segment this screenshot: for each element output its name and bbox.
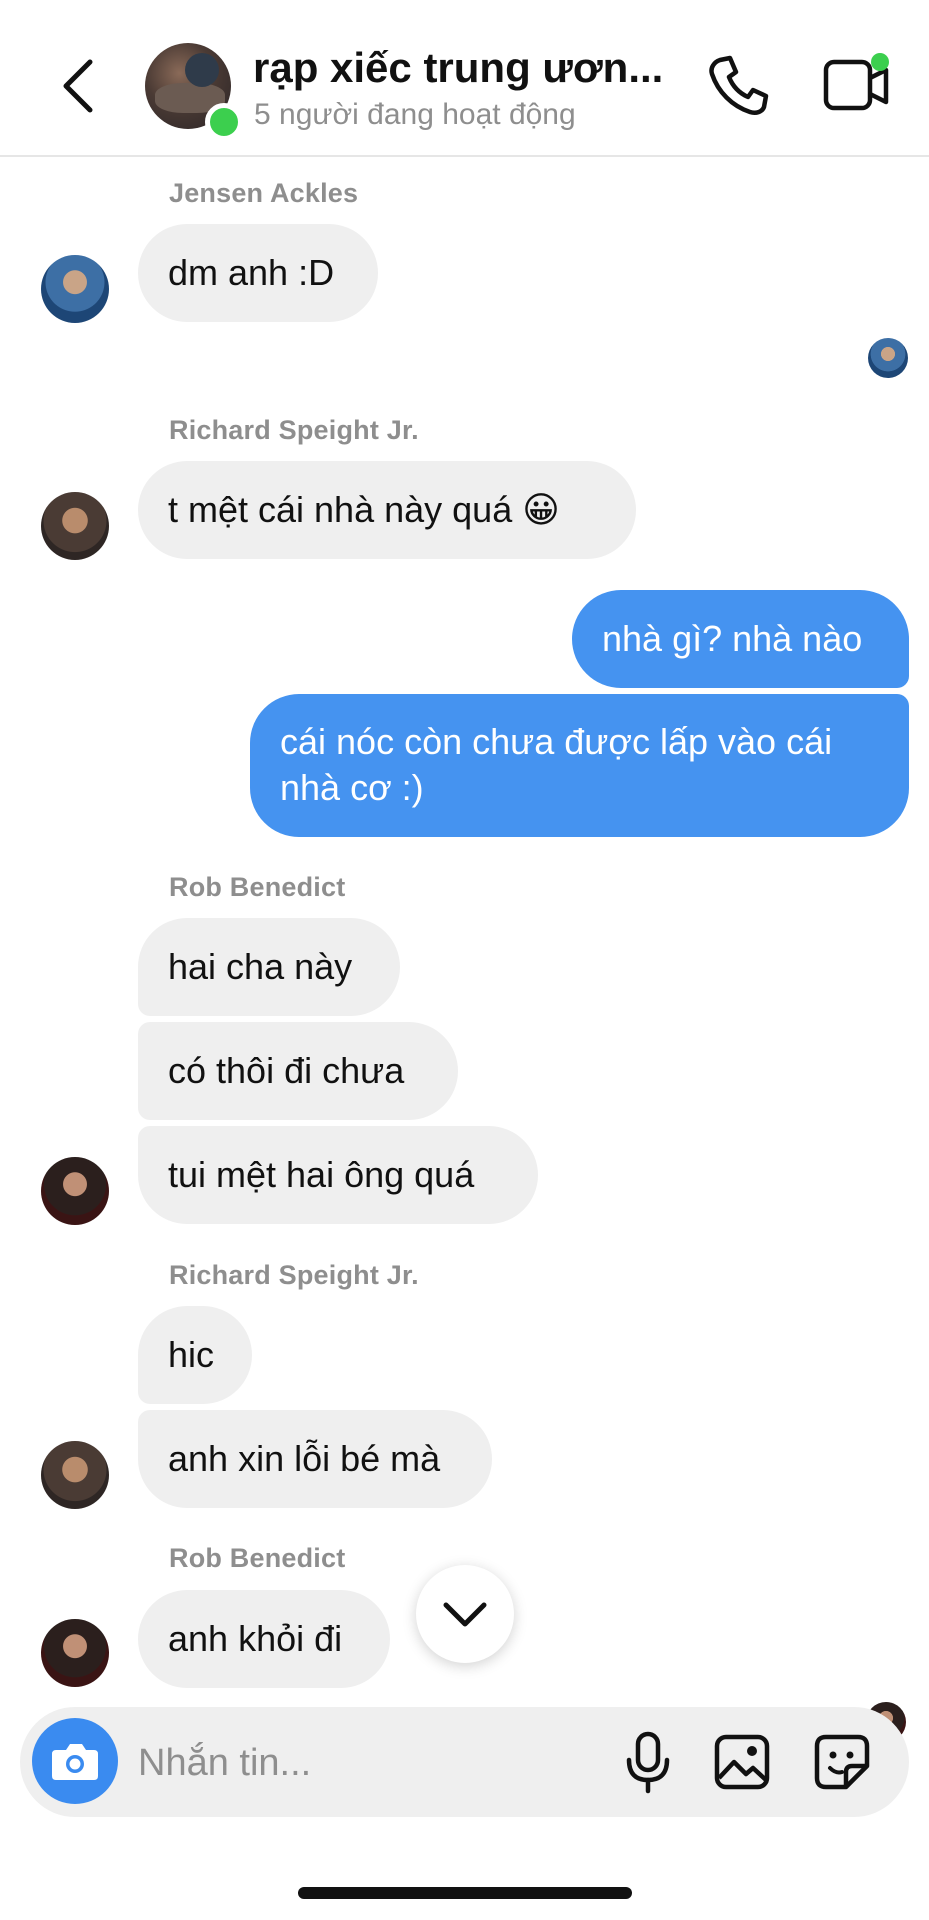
avatar[interactable]	[41, 492, 109, 560]
chat-title[interactable]: rạp xiếc trung ươn...	[253, 44, 683, 92]
home-indicator	[298, 1887, 632, 1899]
image-icon	[714, 1734, 770, 1790]
message-text-line: cái nóc còn chưa được lấp vào cái	[280, 721, 833, 762]
sender-name: Richard Speight Jr.	[169, 415, 419, 445]
message-bubble-incoming[interactable]: tui mệt hai ông quá	[138, 1126, 538, 1224]
message-bubble-incoming[interactable]: t mệt cái nhà này quá 😀	[138, 461, 636, 559]
message-bubble-incoming[interactable]: hic	[138, 1306, 252, 1404]
sender-name: Rob Benedict	[169, 872, 346, 902]
message-bubble-incoming[interactable]: anh khỏi đi	[138, 1590, 390, 1688]
message-text-line: nhà cơ :)	[280, 767, 424, 808]
avatar[interactable]	[41, 255, 109, 323]
chevron-down-icon	[443, 1602, 487, 1627]
video-call-button[interactable]	[822, 52, 894, 118]
audio-call-button[interactable]	[706, 52, 772, 118]
sticker-icon	[814, 1734, 870, 1790]
avatar[interactable]	[41, 1441, 109, 1509]
avatar[interactable]	[41, 1157, 109, 1225]
seen-receipt-avatar	[868, 338, 908, 378]
sender-name: Richard Speight Jr.	[169, 1260, 419, 1290]
message-input[interactable]	[138, 1735, 568, 1791]
chat-header: rạp xiếc trung ươn... 5 người đang hoạt …	[0, 0, 929, 157]
sender-name: Rob Benedict	[169, 1543, 346, 1573]
phone-icon	[709, 55, 769, 116]
chevron-left-icon	[63, 59, 93, 113]
camera-button[interactable]	[32, 1718, 118, 1804]
gallery-button[interactable]	[712, 1732, 772, 1792]
online-status-dot	[205, 103, 243, 141]
active-status-text: 5 người đang hoạt động	[254, 98, 576, 131]
message-bubble-incoming[interactable]: hai cha này	[138, 918, 400, 1016]
sender-name: Jensen Ackles	[169, 178, 359, 208]
back-button[interactable]	[50, 50, 110, 120]
microphone-icon	[626, 1731, 670, 1794]
voice-message-button[interactable]	[622, 1730, 674, 1794]
avatar[interactable]	[41, 1619, 109, 1687]
camera-icon	[52, 1744, 98, 1780]
message-bubble-incoming[interactable]: có thôi đi chưa	[138, 1022, 458, 1120]
message-bubble-incoming[interactable]: dm anh :D	[138, 224, 378, 322]
message-bubble-incoming[interactable]: anh xin lỗi bé mà	[138, 1410, 492, 1508]
scroll-to-bottom-button[interactable]	[416, 1565, 514, 1663]
message-bubble-outgoing[interactable]: nhà gì? nhà nào	[572, 590, 909, 688]
video-camera-icon	[823, 53, 889, 111]
sticker-button[interactable]	[812, 1732, 872, 1792]
message-bubble-outgoing[interactable]: cái nóc còn chưa được lấp vào cái nhà cơ…	[250, 694, 909, 837]
